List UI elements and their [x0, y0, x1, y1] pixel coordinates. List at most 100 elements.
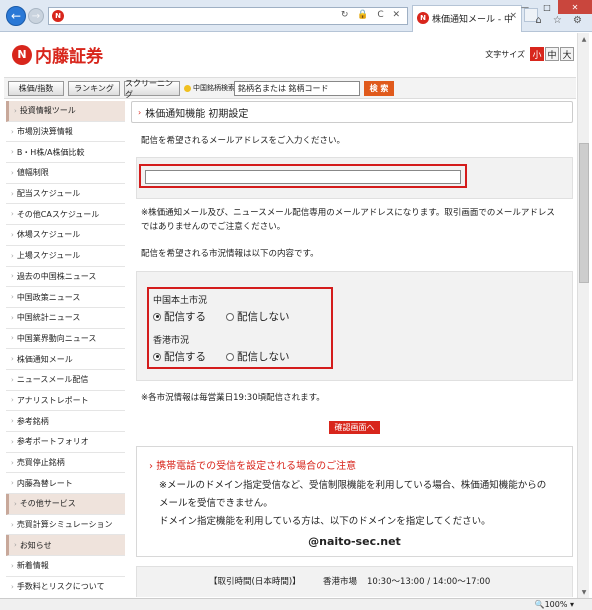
chevron-right-icon: ›	[11, 127, 14, 136]
tab-title: 株価通知メール - 中国...	[432, 15, 512, 25]
sidebar-item-label: 売買停止銘柄	[16, 458, 65, 468]
chevron-right-icon: ›	[11, 479, 14, 488]
sidebar-item-label: 中国政策ニュース	[16, 292, 81, 302]
sidebar-item[interactable]: › 内藤為替レート	[6, 473, 125, 495]
maximize-icon[interactable]: □	[536, 0, 558, 14]
page-scrollbar[interactable]: ▲ ▼	[577, 33, 589, 598]
market-prompt: 配信を希望される市況情報は以下の内容です。	[141, 249, 319, 259]
title-arrow-icon: ›	[138, 107, 142, 117]
stock-index-button[interactable]: 株価/指数	[8, 81, 64, 96]
forward-arrow-icon: →	[31, 10, 41, 22]
ranking-button[interactable]: ランキング	[68, 81, 120, 96]
sidebar-item[interactable]: › アナリストレポート	[6, 390, 125, 412]
email-note: ※株価通知メール及び、ニュースメール配信専用のメールアドレスになります。取引画面…	[141, 208, 555, 232]
sidebar-item[interactable]: › 上場スケジュール	[6, 245, 125, 267]
zoom-level[interactable]: 🔍100% ▾	[535, 600, 574, 609]
sidebar-item-label: ニュースメール配信	[16, 375, 89, 385]
sidebar-item[interactable]: › 値幅制限	[6, 163, 125, 184]
chevron-right-icon: ›	[11, 396, 14, 405]
address-bar[interactable]: N ↻ 🔒 C ✕	[48, 7, 408, 25]
toolbar-icons[interactable]: ⌂ ☆ ⚙	[535, 15, 586, 26]
notice-heading: › 携帯電話での受信を設定される場合のご注意	[149, 461, 357, 472]
sidebar-item[interactable]: › 参考銘柄	[6, 411, 125, 432]
sidebar-item[interactable]: › 休場スケジュール	[6, 225, 125, 246]
sidebar-item[interactable]: › 参考ポートフォリオ	[6, 432, 125, 453]
confirm-button[interactable]: 確認画面へ	[329, 421, 380, 434]
sidebar-item-label: 市場別決算情報	[16, 127, 73, 137]
favicon-icon: N	[52, 10, 64, 22]
search-button[interactable]: 検 索	[364, 81, 394, 96]
screening-button[interactable]: スクリーニング	[124, 79, 180, 99]
font-size-small-button[interactable]: 小	[530, 47, 544, 61]
chevron-right-icon: ›	[14, 541, 17, 550]
sidebar-item-label: 中国統計ニュース	[16, 313, 81, 323]
sidebar-section-header: › その他サービス	[6, 494, 125, 515]
chevron-right-icon: ›	[11, 189, 14, 198]
address-tools-icon[interactable]: ↻ 🔒 C ✕	[341, 10, 403, 20]
chevron-right-icon: ›	[11, 272, 14, 281]
email-prompt: 配信を希望されるメールアドレスをご入力ください。	[141, 136, 346, 146]
sidebar-item-label: その他サービス	[19, 499, 76, 509]
sidebar-item-label: アナリストレポート	[16, 395, 89, 405]
chevron-right-icon: ›	[11, 355, 14, 364]
scroll-up-icon[interactable]: ▲	[578, 33, 590, 45]
scroll-down-icon[interactable]: ▼	[578, 586, 590, 598]
trading-hours-box: 【取引時間(日本時間)】 香港市場 10:30～13:00 / 14:00～17…	[136, 566, 573, 597]
sidebar-item-label: 配当スケジュール	[16, 189, 81, 199]
minimize-icon[interactable]: —	[514, 0, 536, 14]
sidebar-item[interactable]: › 新着情報	[6, 556, 125, 577]
forward-button[interactable]: →	[28, 8, 44, 24]
search-bulb-icon	[184, 84, 191, 92]
sidebar-item-label: その他CAスケジュール	[16, 209, 100, 219]
sidebar-item-label: 過去の中国株ニュース	[16, 271, 97, 281]
chevron-right-icon: ›	[11, 458, 14, 467]
sidebar-item[interactable]: › 株価通知メール	[6, 349, 125, 370]
sidebar-section-header: › 投資情報ツール	[6, 101, 125, 122]
sidebar-item[interactable]: › その他CAスケジュール	[6, 204, 125, 226]
market-highlight-frame	[147, 287, 333, 369]
back-arrow-icon: ←	[10, 9, 22, 23]
sidebar-item[interactable]: › 手数料とリスクについて	[6, 576, 125, 597]
site-logo[interactable]: N 内藤証券	[12, 42, 103, 67]
status-bar: 🔍100% ▾	[0, 598, 592, 610]
chevron-right-icon: ›	[11, 293, 14, 302]
chevron-right-icon: ›	[11, 375, 14, 384]
trading-hours-label: 【取引時間(日本時間)】	[209, 577, 301, 587]
sidebar-section-header: › お知らせ	[6, 535, 125, 557]
chevron-right-icon: ›	[11, 437, 14, 446]
sidebar-item[interactable]: › 売買停止銘柄	[6, 452, 125, 474]
sidebar-item[interactable]: › 中国業界動向ニュース	[6, 328, 125, 350]
sidebar-item-label: 中国業界動向ニュース	[16, 333, 97, 343]
close-window-icon[interactable]: ✕	[558, 0, 592, 14]
chevron-right-icon: ›	[11, 313, 14, 322]
sidebar-item[interactable]: › 過去の中国株ニュース	[6, 266, 125, 288]
main-content: › 株価通知機能 初期設定 配信を希望されるメールアドレスをご入力ください。 ※…	[131, 101, 573, 597]
browser-tab[interactable]: N 株価通知メール - 中国... ×	[412, 5, 522, 32]
sidebar-item[interactable]: › B・H株/A株価比較	[6, 142, 125, 164]
sidebar-item-label: 売買計算シミュレーション	[16, 520, 113, 530]
font-size-medium-button[interactable]: 中	[545, 47, 559, 61]
sidebar-item[interactable]: › 中国政策ニュース	[6, 287, 125, 308]
sidebar-item-label: 投資情報ツール	[19, 106, 76, 116]
sidebar-item[interactable]: › 売買計算シミュレーション	[6, 514, 125, 536]
chevron-right-icon: ›	[11, 230, 14, 239]
stock-search-input[interactable]: 銘柄名または 銘柄コード	[234, 81, 360, 96]
chevron-right-icon: ›	[11, 561, 14, 570]
search-bar: 株価/指数 ランキング スクリーニング 中国銘柄検索 銘柄名または 銘柄コード …	[4, 77, 576, 99]
sidebar-item[interactable]: › 市場別決算情報	[6, 121, 125, 143]
font-size-large-button[interactable]: 大	[560, 47, 574, 61]
sidebar-item[interactable]: › 中国統計ニュース	[6, 307, 125, 329]
chevron-right-icon: ›	[11, 148, 14, 157]
email-highlight-frame	[139, 164, 467, 188]
sidebar-item[interactable]: › 配当スケジュール	[6, 183, 125, 205]
tab-favicon-icon: N	[417, 12, 429, 24]
sidebar-item[interactable]: › ニュースメール配信	[6, 369, 125, 391]
chevron-right-icon: ›	[11, 168, 14, 177]
sidebar: › 投資情報ツール › 市場別決算情報 › B・H株/A株価比較 › 値幅制限 › 配当スケジュー…	[6, 101, 125, 597]
notice-line: ドメイン指定機能を利用している方は、以下のドメインを指定してください。	[159, 516, 491, 527]
scroll-thumb[interactable]	[579, 143, 589, 283]
sidebar-item-label: 上場スケジュール	[16, 251, 81, 261]
sidebar-item-label: 休場スケジュール	[16, 230, 81, 240]
chevron-right-icon: ›	[11, 251, 14, 260]
back-button[interactable]: ←	[6, 6, 26, 26]
